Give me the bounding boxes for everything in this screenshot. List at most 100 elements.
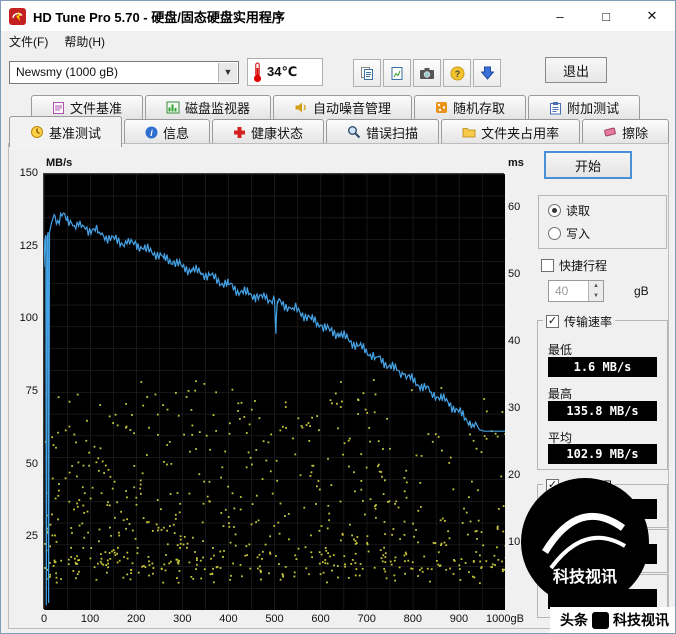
aam-icon [295,102,306,113]
window-controls: – □ ✕ [537,1,675,31]
download-icon [480,66,494,80]
attribution: 头条 科技视讯 [550,607,675,633]
app-window: HD Tune Pro 5.70 - 硬盘/固态硬盘实用程序 – □ ✕ 文件(… [0,0,676,634]
tab-disk-monitor[interactable]: 磁盘监视器 [145,95,272,119]
folder-usage-icon [462,128,476,138]
download-button[interactable] [473,59,501,87]
tab-strip-bottom: 基准测试 i 信息 健康状态 错误扫描 文件夹占用率 擦除 [9,116,671,147]
write-mode-option[interactable]: 写入 [548,225,590,242]
tab-error-scan[interactable]: 错误扫描 [326,119,440,144]
tab-benchmark[interactable]: 基准测试 [9,116,123,147]
tab-extra-tests[interactable]: 附加测试 [528,95,641,119]
tab-folder-usage[interactable]: 文件夹占用率 [441,119,581,144]
y-left-tick: 100 [19,312,38,325]
x-tick: 1000gB [486,613,524,625]
tab-label: 自动噪音管理 [313,101,392,116]
write-radio-label: 写入 [566,227,591,241]
short-stroke-value: 40 [555,284,569,298]
drive-selector[interactable]: Newsmy (1000 gB) ▼ [9,61,239,84]
x-tick: 800 [403,613,422,625]
copy-text-icon [361,66,373,80]
spinner-buttons[interactable]: ▲ ▼ [588,281,603,301]
x-tick: 200 [127,613,146,625]
y-left-tick: 125 [19,239,38,252]
tab-erase[interactable]: 擦除 [582,119,670,144]
menu-bar: 文件(F) 帮助(H) [1,31,675,52]
transfer-option[interactable]: 传输速率 [543,313,616,330]
app-icon [9,7,26,25]
tab-label: 基准测试 [49,125,102,141]
short-stroke-option[interactable]: 快捷行程 [541,257,607,274]
y-right-tick: 40 [508,334,521,347]
min-value: 1.6 MB/s [548,357,657,377]
thermometer-icon [253,62,262,82]
exit-button[interactable]: 退出 [545,57,607,83]
window-title: HD Tune Pro 5.70 - 硬盘/固态硬盘实用程序 [33,9,285,25]
x-tick: 300 [173,613,192,625]
tab-health[interactable]: 健康状态 [212,119,325,144]
attribution-name: 科技视讯 [613,612,669,628]
read-mode-option[interactable]: 读取 [548,202,590,219]
spin-up-icon[interactable]: ▲ [589,281,603,291]
max-label: 最高 [548,387,573,401]
x-tick: 0 [40,613,48,625]
chevron-down-icon[interactable]: ▼ [218,63,237,82]
x-tick: 400 [219,613,238,625]
tab-aam[interactable]: 自动噪音管理 [273,95,413,119]
toutiao-logo-icon [592,611,609,629]
copy-image-button[interactable] [383,59,411,87]
title-bar: HD Tune Pro 5.70 - 硬盘/固态硬盘实用程序 – □ ✕ [1,1,675,31]
close-button[interactable]: ✕ [629,1,675,31]
transfer-checkbox[interactable] [546,315,559,328]
y-right-tick: 20 [508,468,521,481]
maximize-button[interactable]: □ [583,1,629,31]
health-icon [234,126,246,138]
menu-file[interactable]: 文件(F) [1,31,56,52]
tab-info[interactable]: i 信息 [124,119,211,144]
y-right-axis-title: ms [508,157,524,169]
transfer-label: 传输速率 [564,315,613,329]
tab-label: 文件夹占用率 [481,125,560,141]
tab-label: 磁盘监视器 [185,101,251,116]
menu-help[interactable]: 帮助(H) [56,31,113,52]
read-radio[interactable] [548,204,561,217]
y-right-tick: 60 [508,200,521,213]
short-stroke-stepper[interactable]: 40 ▲ ▼ [548,280,604,302]
x-tick: 600 [311,613,330,625]
benchmark-icon [31,126,43,138]
help-button[interactable]: ? [443,59,471,87]
max-value: 135.8 MB/s [548,401,657,421]
y-right-tick: 30 [508,401,521,414]
minimize-button[interactable]: – [537,1,583,31]
start-button[interactable]: 开始 [544,151,632,179]
tab-label: 信息 [163,125,190,141]
y-left-tick: 50 [25,457,38,470]
tab-label: 随机存取 [453,101,506,116]
screenshot-button[interactable] [413,59,441,87]
x-tick: 900 [449,613,469,625]
temperature-display: 34℃ [247,58,323,86]
short-stroke-label: 快捷行程 [559,259,608,273]
x-tick: 500 [265,613,284,625]
random-access-icon [436,102,448,113]
y-right-tick: 50 [508,267,521,280]
file-benchmark-icon [53,101,64,114]
info-icon: i [145,126,158,138]
tab-strip-top: 文件基准 磁盘监视器 自动噪音管理 随机存取 附加测试 [31,95,642,119]
erase-icon [604,127,616,137]
tab-label: 擦除 [622,125,649,141]
svg-text:?: ? [454,69,460,79]
copy-text-button[interactable] [353,59,381,87]
spin-down-icon[interactable]: ▼ [589,291,603,301]
y-left-tick: 75 [25,385,38,397]
watermark-logo: 科技视讯 [521,478,649,606]
short-stroke-checkbox[interactable] [541,259,554,272]
avg-value: 102.9 MB/s [548,444,657,464]
disk-monitor-icon [166,101,180,114]
benchmark-chart: MB/s ms 150 125 100 75 50 25 60 50 40 30 20 10 0 100 2… [20,157,524,625]
tab-random-access[interactable]: 随机存取 [414,95,527,119]
write-radio[interactable] [548,227,561,240]
x-tick: 100 [80,613,100,625]
camera-icon [420,67,434,79]
extra-tests-icon [550,101,562,114]
